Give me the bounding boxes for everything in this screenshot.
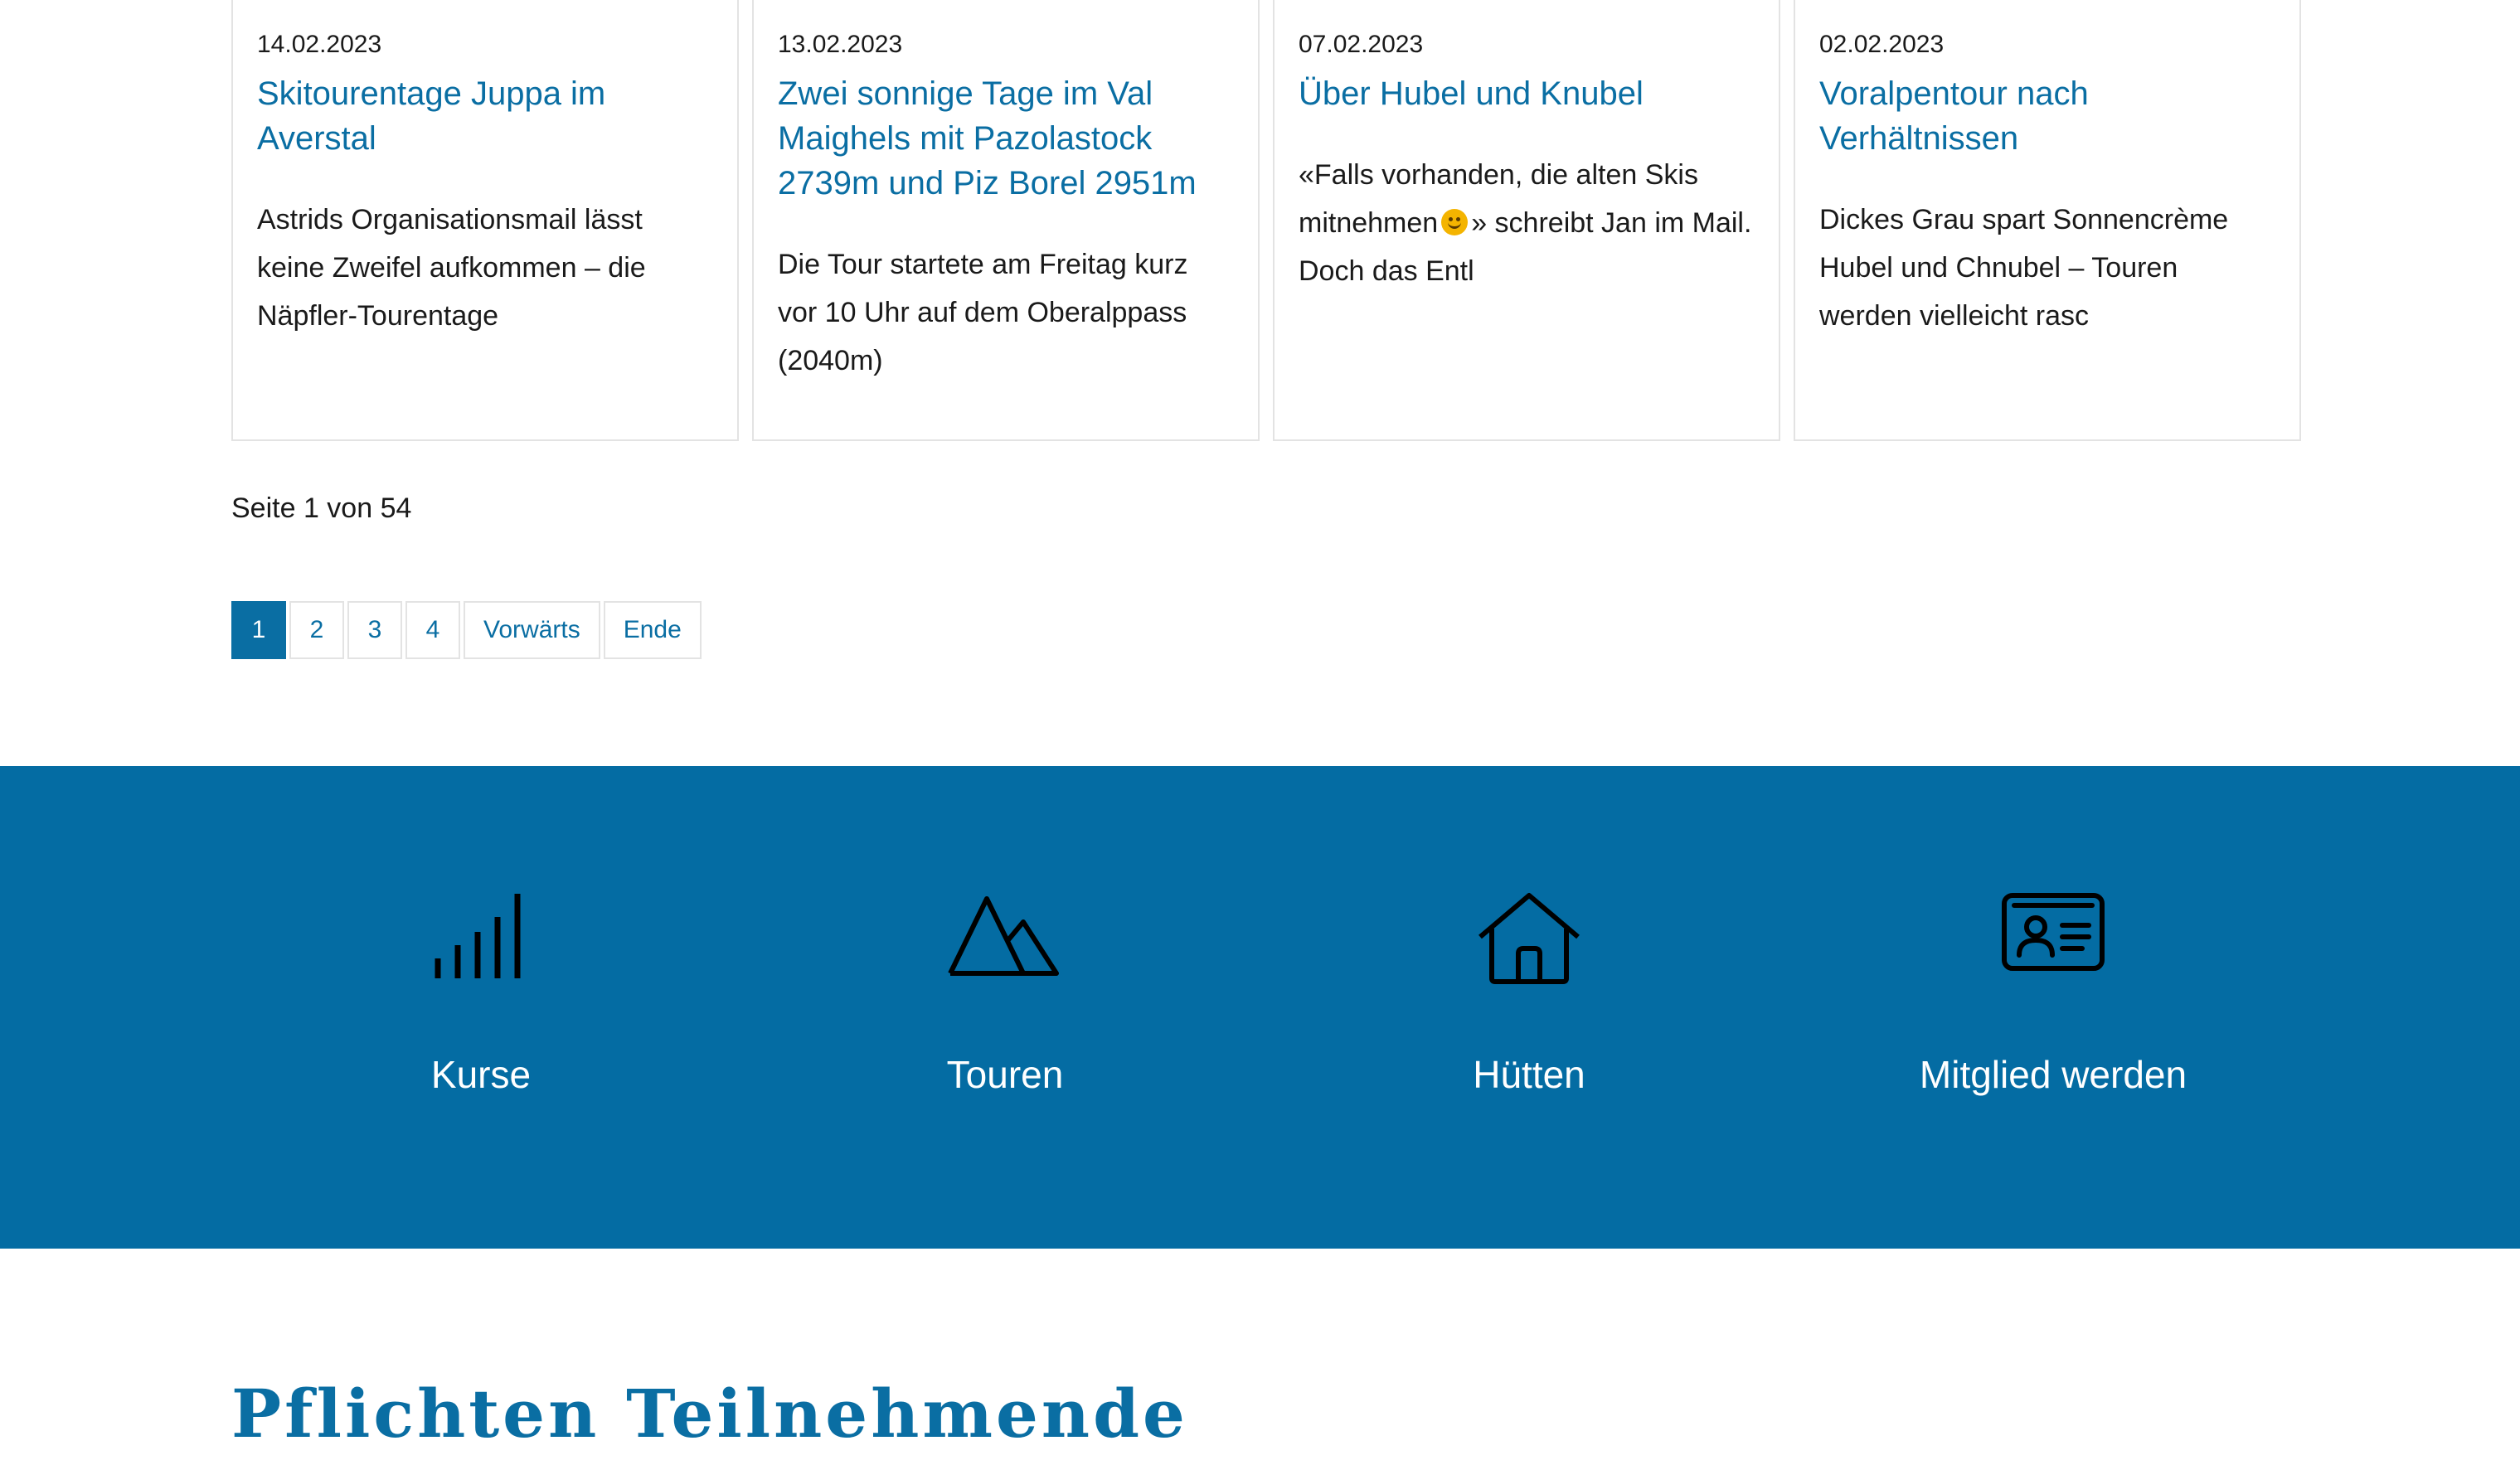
section-heading: Pflichten Teilnehmende [231, 1375, 1188, 1453]
quick-links-band: Kurse Touren Hütten Mitglied werden [0, 766, 2520, 1249]
post-card[interactable]: 13.02.2023 Zwei sonnige Tage im Val Maig… [752, 0, 1260, 441]
quick-link-label: Hütten [1473, 1053, 1585, 1096]
pagination: 1 2 3 4 Vorwärts Ende [231, 601, 705, 659]
quick-link-mitglied[interactable]: Mitglied werden [1846, 766, 2260, 1249]
blog-post-list: 14.02.2023 Skitourentage Juppa im Averst… [231, 0, 2303, 443]
signal-bars-icon [435, 894, 521, 978]
post-title-link[interactable]: Über Hubel und Knubel [1299, 71, 1755, 116]
post-title-link[interactable]: Skitourentage Juppa im Averstal [257, 71, 713, 161]
post-date: 13.02.2023 [778, 31, 903, 58]
quick-link-label: Touren [946, 1053, 1064, 1096]
post-excerpt: Dickes Grau spart Sonnencrème Hubel und … [1819, 204, 2229, 332]
post-card[interactable]: 02.02.2023 Voralpentour nach Verhältniss… [1794, 0, 2301, 441]
quick-link-huetten[interactable]: Hütten [1322, 766, 1736, 1249]
post-excerpt: Astrids Organisationsmail lässt keine Zw… [257, 204, 646, 332]
post-excerpt: Die Tour startete am Freitag kurz vor 10… [778, 249, 1188, 376]
page-button-4[interactable]: 4 [405, 601, 460, 659]
post-card[interactable]: 07.02.2023 Über Hubel und Knubel «Falls … [1273, 0, 1780, 441]
page: 14.02.2023 Skitourentage Juppa im Averst… [0, 0, 2520, 1465]
page-button-3[interactable]: 3 [347, 601, 402, 659]
quick-link-touren[interactable]: Touren [798, 766, 1212, 1249]
quick-link-label: Mitglied werden [1919, 1053, 2187, 1096]
post-date: 14.02.2023 [257, 31, 382, 58]
pagination-info: Seite 1 von 54 [231, 492, 412, 524]
post-title-link[interactable]: Voralpentour nach Verhältnissen [1819, 71, 2275, 161]
post-date: 07.02.2023 [1299, 31, 1424, 58]
mountain-icon [948, 896, 1059, 976]
page-button-1[interactable]: 1 [231, 601, 286, 659]
quick-link-kurse[interactable]: Kurse [274, 766, 688, 1249]
member-card-icon [2002, 893, 2105, 971]
last-page-button[interactable]: Ende [603, 601, 702, 659]
house-icon [1478, 893, 1580, 984]
page-button-2[interactable]: 2 [289, 601, 344, 659]
smiling-face-icon [1441, 209, 1469, 235]
post-excerpt: «Falls vorhanden, die alten Skis mitnehm… [1299, 151, 1755, 295]
post-card[interactable]: 14.02.2023 Skitourentage Juppa im Averst… [231, 0, 739, 441]
post-title-link[interactable]: Zwei sonnige Tage im Val Maighels mit Pa… [778, 71, 1234, 206]
quick-link-label: Kurse [430, 1053, 532, 1096]
post-date: 02.02.2023 [1819, 31, 1945, 58]
next-page-button[interactable]: Vorwärts [464, 601, 600, 659]
